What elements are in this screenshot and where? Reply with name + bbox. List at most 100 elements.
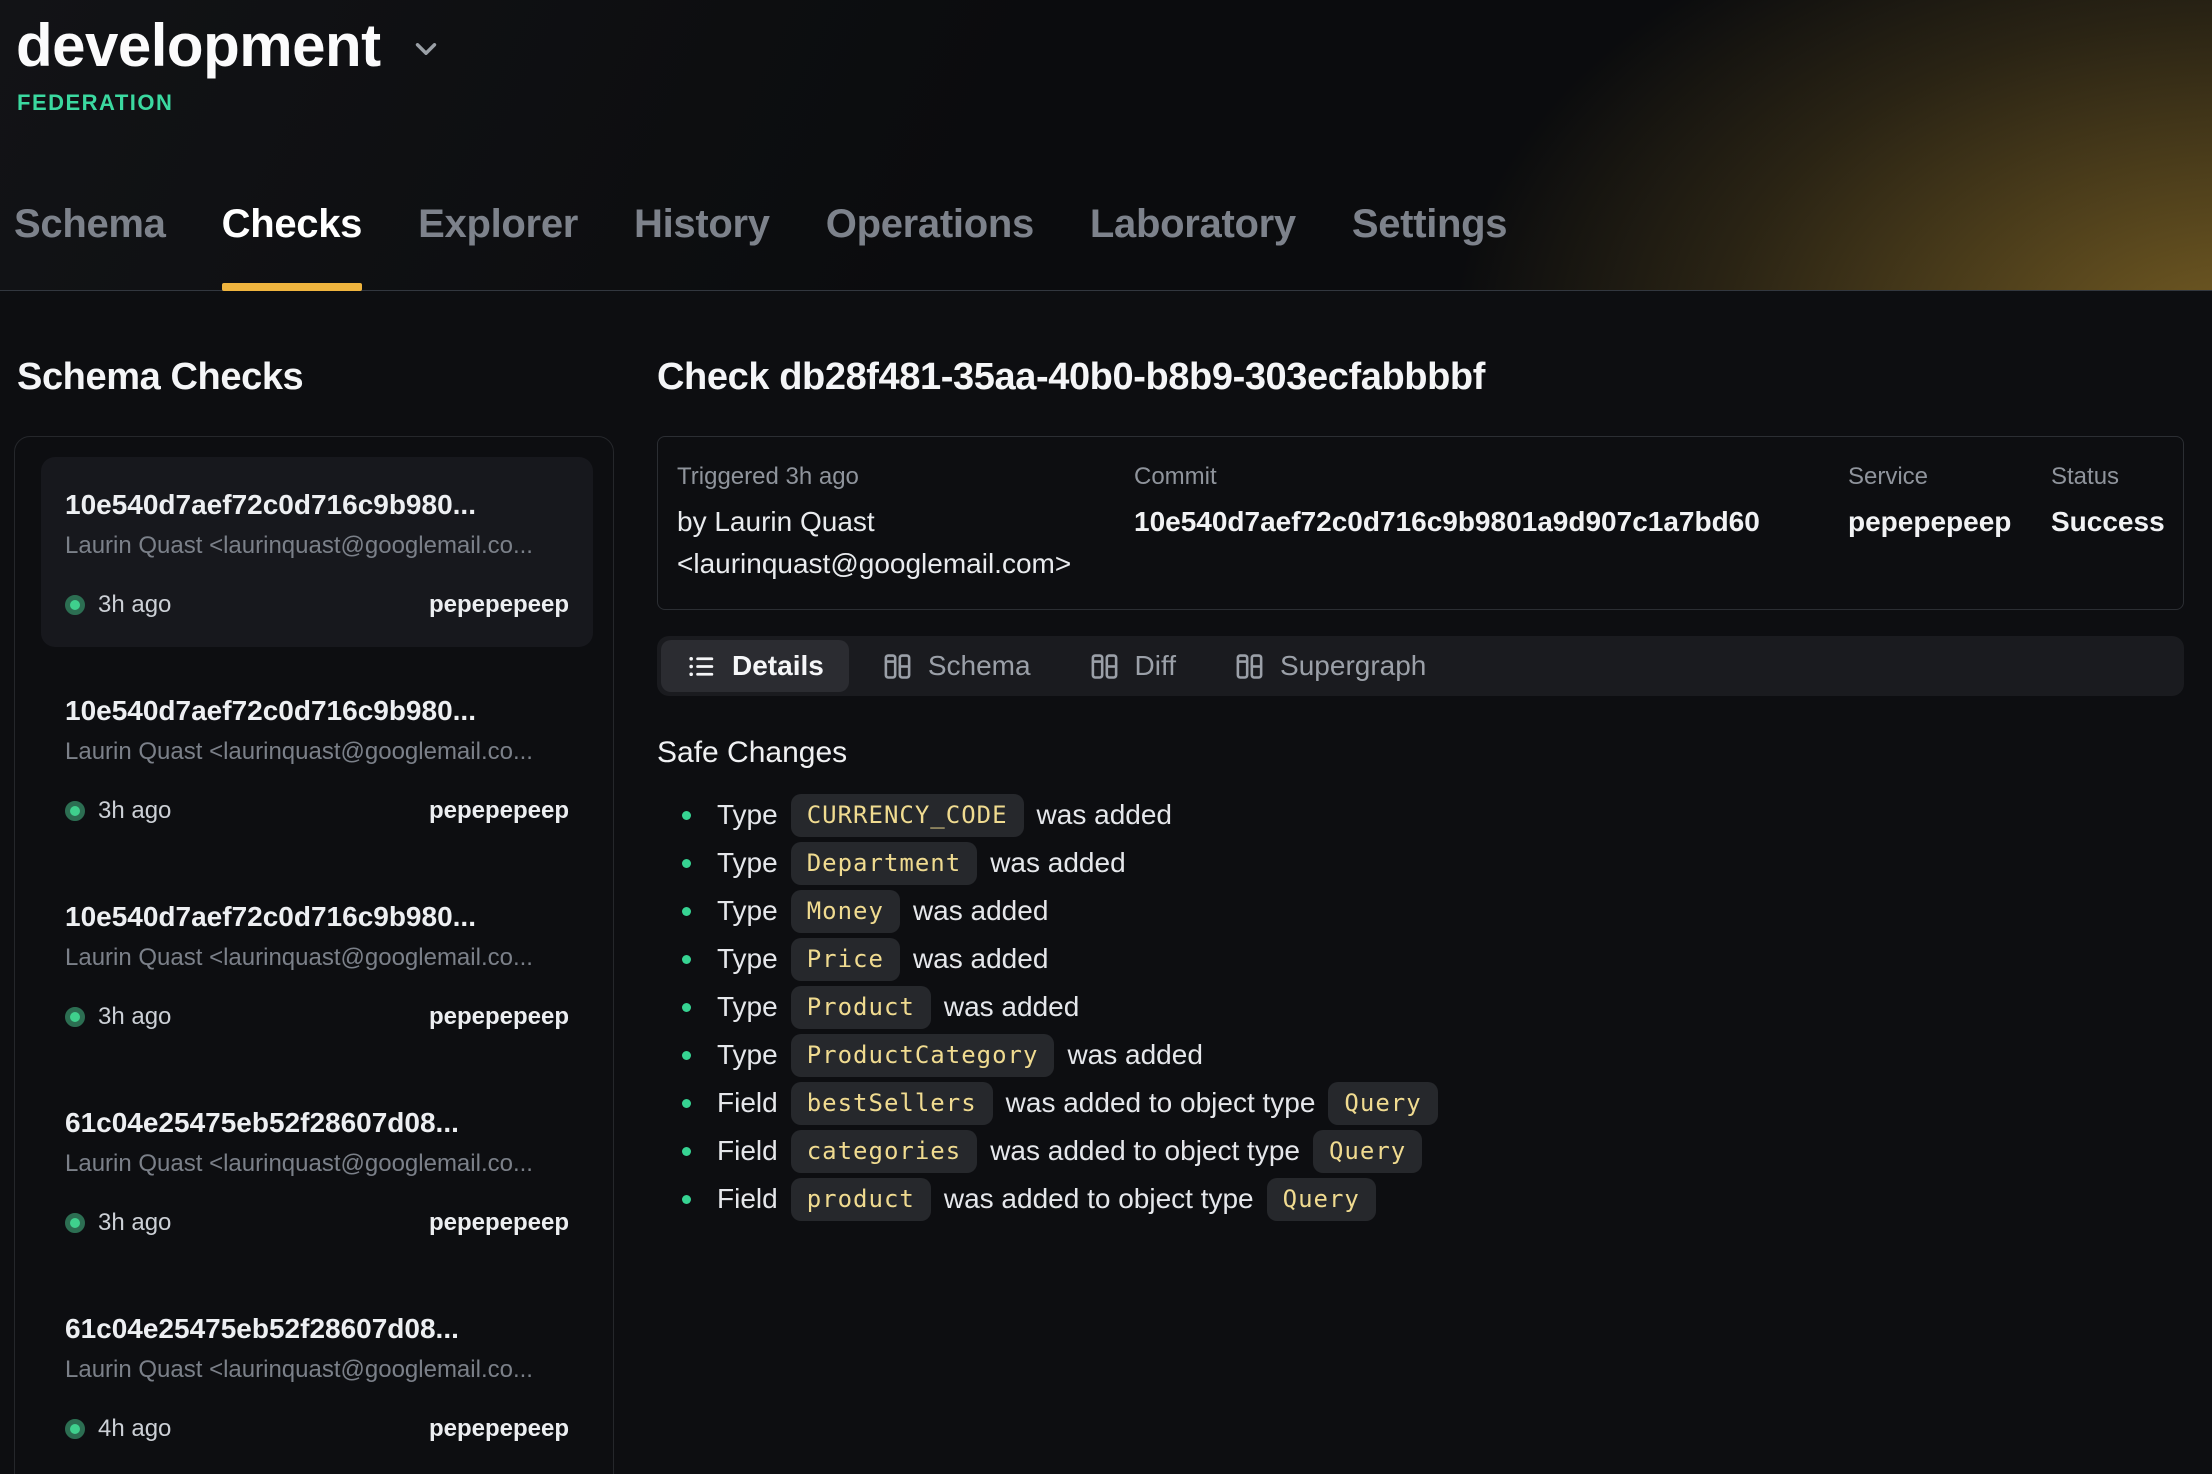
check-id: 10e540d7aef72c0d716c9b980... [65, 899, 569, 935]
check-time: 4h ago [98, 1415, 171, 1443]
nav-tab-schema[interactable]: Schema [14, 202, 166, 291]
detail-tab-details[interactable]: Details [661, 640, 849, 692]
list-icon [686, 651, 717, 682]
page-header: development FEDERATION Schema Checks Explo… [0, 0, 2212, 291]
change-description: was added [913, 943, 1048, 975]
changes-section-title: Safe Changes [657, 734, 2184, 772]
detail-tab-supergraph[interactable]: Supergraph [1209, 640, 1451, 692]
schema-check-list-item[interactable]: 61c04e25475eb52f28607d08... Laurin Quast … [41, 1281, 593, 1471]
change-description: was added to object type [944, 1183, 1254, 1215]
project-switcher[interactable]: development [16, 12, 443, 80]
change-description: was added [944, 991, 1079, 1023]
chevron-down-icon [409, 32, 443, 66]
change-row: TypeMoneywas added [657, 887, 2184, 935]
meta-commit: Commit 10e540d7aef72c0d716c9b9801a9d907c… [1134, 461, 1848, 585]
detail-tab-schema[interactable]: Schema [857, 640, 1056, 692]
change-code-badge: product [791, 1178, 931, 1221]
check-author: Laurin Quast <laurinquast@googlemail.co.… [65, 737, 569, 767]
change-row: TypeCURRENCY_CODEwas added [657, 791, 2184, 839]
nav-tab-operations[interactable]: Operations [826, 202, 1034, 291]
success-dot-icon [65, 1419, 85, 1439]
detail-tab-diff[interactable]: Diff [1064, 640, 1202, 692]
check-detail-tabs: Details Schema Diff Supergraph [657, 636, 2184, 696]
columns-icon [1234, 651, 1265, 682]
bullet-icon [682, 1195, 691, 1204]
change-row: TypeProductwas added [657, 983, 2184, 1031]
change-kind: Field [717, 1135, 778, 1167]
change-description: was added [1067, 1039, 1202, 1071]
change-row: Type Price was added [657, 935, 2184, 983]
change-description: was added to object type [1006, 1087, 1316, 1119]
nav-tab-history[interactable]: History [634, 202, 770, 291]
meta-service: Service pepepepeep [1848, 461, 2051, 585]
change-code-badge: Query [1267, 1178, 1376, 1221]
status-value: Success [2051, 501, 2165, 543]
nav-tab-explorer[interactable]: Explorer [418, 202, 578, 291]
detail-tab-label: Schema [928, 650, 1031, 682]
columns-icon [1089, 651, 1120, 682]
bullet-icon [682, 1003, 691, 1012]
change-code-badge: Query [1313, 1130, 1422, 1173]
project-type-badge: FEDERATION [17, 90, 173, 116]
schema-check-list-item[interactable]: 10e540d7aef72c0d716c9b980...Laurin Quast… [41, 869, 593, 1059]
schema-check-list-item[interactable]: 10e540d7aef72c0d716c9b980... Laurin Quast… [41, 663, 593, 853]
check-title: Check db28f481-35aa-40b0-b8b9-303ecfabbb… [657, 355, 2184, 399]
detail-tab-label: Details [732, 650, 824, 682]
change-kind: Type [717, 1039, 778, 1071]
change-code-badge: categories [791, 1130, 978, 1173]
meta-triggered: Triggered 3h ago by Laurin Quast <laurin… [677, 461, 1134, 585]
bullet-icon [682, 1099, 691, 1108]
meta-status: Status Success [2051, 461, 2165, 585]
bullet-icon [682, 811, 691, 820]
nav-tab-checks[interactable]: Checks [222, 202, 363, 291]
check-id: 61c04e25475eb52f28607d08... [65, 1105, 569, 1141]
change-description: was added [913, 895, 1048, 927]
change-code-badge: ProductCategory [791, 1034, 1055, 1077]
schema-check-list-item[interactable]: 10e540d7aef72c0d716c9b980... Laurin Quast… [41, 457, 593, 647]
check-id: 61c04e25475eb52f28607d08... [65, 1311, 569, 1347]
check-item-meta: 3h agopepepepeep [65, 1209, 569, 1237]
change-kind: Type [717, 847, 778, 879]
change-kind: Type [717, 943, 778, 975]
change-description: was added [990, 847, 1125, 879]
project-name: development [16, 12, 381, 80]
status-label: Status [2051, 461, 2165, 493]
change-kind: Type [717, 799, 778, 831]
change-code-badge: Product [791, 986, 931, 1029]
check-item-meta: 3h agopepepepeep [65, 797, 569, 825]
check-author: Laurin Quast <laurinquast@googlemail.co.… [65, 1355, 569, 1385]
schema-checks-list: 10e540d7aef72c0d716c9b980... Laurin Quast… [14, 436, 614, 1474]
nav-tab-settings[interactable]: Settings [1352, 202, 1507, 291]
sidebar-title: Schema Checks [14, 355, 614, 399]
check-item-meta: 3h agopepepepeep [65, 1003, 569, 1031]
change-row: Fieldcategorieswas added to object typeQ… [657, 1127, 2184, 1175]
bullet-icon [682, 907, 691, 916]
commit-value: 10e540d7aef72c0d716c9b9801a9d907c1a7bd60 [1134, 501, 1848, 543]
check-author: Laurin Quast <laurinquast@googlemail.co.… [65, 531, 569, 561]
bullet-icon [682, 1051, 691, 1060]
check-time: 3h ago [98, 1003, 171, 1031]
triggered-label: Triggered 3h ago [677, 461, 1134, 493]
change-code-badge: Money [791, 890, 900, 933]
change-description: was added [1037, 799, 1172, 831]
detail-tab-label: Supergraph [1280, 650, 1426, 682]
triggered-by-value: by Laurin Quast <laurinquast@googlemail.… [677, 501, 1117, 585]
commit-label: Commit [1134, 461, 1848, 493]
check-time: 3h ago [98, 797, 171, 825]
check-item-meta: 3h agopepepepeep [65, 591, 569, 619]
nav-tab-laboratory[interactable]: Laboratory [1090, 202, 1296, 291]
sidebar: Schema Checks 10e540d7aef72c0d716c9b980.… [14, 355, 614, 1474]
success-dot-icon [65, 1213, 85, 1233]
change-code-badge: bestSellers [791, 1082, 993, 1125]
change-code-badge: Price [791, 938, 900, 981]
change-row: TypeDepartmentwas added [657, 839, 2184, 887]
change-code-badge: Query [1328, 1082, 1437, 1125]
columns-icon [882, 651, 913, 682]
check-time: 3h ago [98, 1209, 171, 1237]
schema-check-list-item[interactable]: 61c04e25475eb52f28607d08...Laurin Quast … [41, 1075, 593, 1265]
check-id: 10e540d7aef72c0d716c9b980... [65, 693, 569, 729]
check-meta-box: Triggered 3h ago by Laurin Quast <laurin… [657, 436, 2184, 610]
check-id: 10e540d7aef72c0d716c9b980... [65, 487, 569, 523]
change-row: Type ProductCategory was added [657, 1031, 2184, 1079]
bullet-icon [682, 1147, 691, 1156]
